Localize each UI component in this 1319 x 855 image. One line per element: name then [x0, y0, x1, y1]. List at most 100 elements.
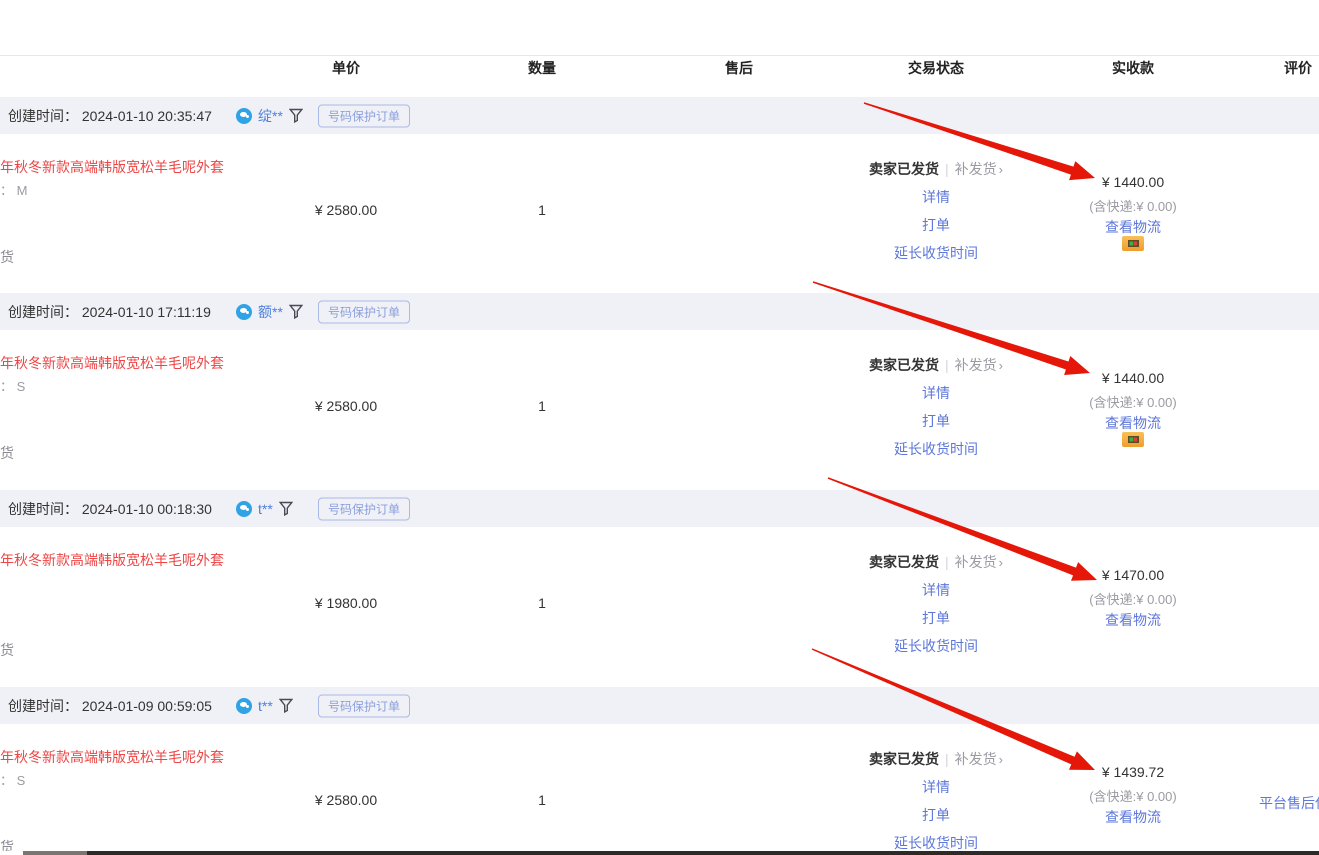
- filter-funnel-icon[interactable]: [289, 108, 303, 123]
- print-order-link[interactable]: 打单: [922, 215, 950, 235]
- bank-card-icon[interactable]: [1122, 432, 1144, 447]
- detail-link[interactable]: 详情: [922, 383, 950, 403]
- quantity: 1: [538, 595, 546, 611]
- order-header-band: 创建时间： 2024-01-10 17:11:19 额** 号码保护订单: [0, 293, 1319, 330]
- product-title[interactable]: 年秋冬新款高端韩版宽松羊毛呢外套: [0, 157, 224, 177]
- unit-price: ¥ 2580.00: [315, 792, 377, 808]
- print-order-link[interactable]: 打单: [922, 608, 950, 628]
- created-label: 创建时间：: [8, 304, 78, 320]
- buyer-info[interactable]: 绽**: [236, 106, 303, 126]
- protected-order-badge: 号码保护订单: [318, 497, 410, 520]
- extend-receipt-link[interactable]: 延长收货时间: [894, 243, 978, 263]
- extend-receipt-link[interactable]: 延长收货时间: [894, 833, 978, 853]
- column-header-review: 评价: [1284, 58, 1312, 78]
- chevron-right-icon: ›: [999, 555, 1003, 570]
- created-value: 2024-01-10 00:18:30: [82, 501, 212, 517]
- received-amount: ¥ 1440.00: [1102, 370, 1164, 386]
- view-logistics-link[interactable]: 查看物流: [1105, 610, 1161, 630]
- buyer-name[interactable]: 绽**: [258, 106, 283, 126]
- table-header: 单价 数量 售后 交易状态 实收款 评价: [0, 58, 1319, 78]
- status-shipped-text: 卖家已发货: [869, 355, 939, 375]
- column-header-quantity: 数量: [528, 58, 556, 78]
- order-header-band: 创建时间： 2024-01-10 20:35:47 绽** 号码保护订单: [0, 97, 1319, 134]
- product-title[interactable]: 年秋冬新款高端韩版宽松羊毛呢外套: [0, 550, 224, 570]
- view-logistics-link[interactable]: 查看物流: [1105, 413, 1161, 433]
- buyer-info[interactable]: t**: [236, 501, 293, 517]
- extend-receipt-link[interactable]: 延长收货时间: [894, 439, 978, 459]
- order-created-time: 创建时间： 2024-01-10 17:11:19: [8, 302, 211, 322]
- wangwang-icon[interactable]: [236, 108, 252, 124]
- quantity: 1: [538, 202, 546, 218]
- order-row: 创建时间： 2024-01-10 17:11:19 额** 号码保护订单 年秋冬…: [0, 293, 1319, 489]
- detail-link[interactable]: 详情: [922, 580, 950, 600]
- received-amount: ¥ 1440.00: [1102, 174, 1164, 190]
- view-logistics-link[interactable]: 查看物流: [1105, 807, 1161, 827]
- shipping-included-note: (含快递:¥ 0.00): [1089, 786, 1176, 805]
- unit-price: ¥ 1980.00: [315, 595, 377, 611]
- unit-price: ¥ 2580.00: [315, 398, 377, 414]
- column-header-trade-status: 交易状态: [908, 58, 964, 78]
- quantity: 1: [538, 398, 546, 414]
- status-shipped-text: 卖家已发货: [869, 749, 939, 769]
- column-header-aftersale: 售后: [725, 58, 753, 78]
- filter-funnel-icon[interactable]: [289, 304, 303, 319]
- created-label: 创建时间：: [8, 698, 78, 714]
- shipping-included-note: (含快递:¥ 0.00): [1089, 392, 1176, 411]
- print-order-link[interactable]: 打单: [922, 411, 950, 431]
- status-separator: |: [945, 357, 949, 373]
- filter-funnel-icon[interactable]: [279, 698, 293, 713]
- order-header-band: 创建时间： 2024-01-09 00:59:05 t** 号码保护订单: [0, 687, 1319, 724]
- received-amount: ¥ 1470.00: [1102, 567, 1164, 583]
- order-row: 创建时间： 2024-01-10 00:18:30 t** 号码保护订单 年秋冬…: [0, 490, 1319, 686]
- chevron-right-icon: ›: [999, 752, 1003, 767]
- order-row: 创建时间： 2024-01-09 00:59:05 t** 号码保护订单 年秋冬…: [0, 687, 1319, 855]
- received-amount: ¥ 1439.72: [1102, 764, 1164, 780]
- detail-link[interactable]: 详情: [922, 187, 950, 207]
- unit-price: ¥ 2580.00: [315, 202, 377, 218]
- reship-link[interactable]: 补发货›: [955, 552, 1003, 572]
- chevron-right-icon: ›: [999, 162, 1003, 177]
- extend-receipt-link[interactable]: 延长收货时间: [894, 636, 978, 656]
- left-clipped-text: 货: [0, 247, 14, 267]
- product-size: ： S: [0, 770, 25, 789]
- order-created-time: 创建时间： 2024-01-10 00:18:30: [8, 499, 212, 519]
- wangwang-icon[interactable]: [236, 501, 252, 517]
- left-clipped-text: 货: [0, 640, 14, 660]
- table-header-divider: [0, 55, 1319, 56]
- trade-status: 卖家已发货 | 补发货›: [869, 159, 1003, 179]
- order-created-time: 创建时间： 2024-01-09 00:59:05: [8, 696, 212, 716]
- column-header-unit-price: 单价: [332, 58, 360, 78]
- created-label: 创建时间：: [8, 501, 78, 517]
- buyer-info[interactable]: t**: [236, 698, 293, 714]
- reship-link[interactable]: 补发货›: [955, 749, 1003, 769]
- buyer-name[interactable]: t**: [258, 501, 273, 517]
- status-shipped-text: 卖家已发货: [869, 159, 939, 179]
- status-separator: |: [945, 161, 949, 177]
- created-value: 2024-01-10 17:11:19: [82, 304, 211, 320]
- detail-link[interactable]: 详情: [922, 777, 950, 797]
- wangwang-icon[interactable]: [236, 698, 252, 714]
- created-value: 2024-01-10 20:35:47: [82, 108, 212, 124]
- print-order-link[interactable]: 打单: [922, 805, 950, 825]
- order-row: 创建时间： 2024-01-10 20:35:47 绽** 号码保护订单 年秋冬…: [0, 97, 1319, 293]
- reship-link[interactable]: 补发货›: [955, 159, 1003, 179]
- buyer-info[interactable]: 额**: [236, 302, 303, 322]
- product-title[interactable]: 年秋冬新款高端韩版宽松羊毛呢外套: [0, 747, 224, 767]
- view-logistics-link[interactable]: 查看物流: [1105, 217, 1161, 237]
- platform-aftersale-link[interactable]: 平台售后任: [1259, 793, 1319, 813]
- buyer-name[interactable]: 额**: [258, 302, 283, 322]
- left-clipped-text: 货: [0, 443, 14, 463]
- created-value: 2024-01-09 00:59:05: [82, 698, 212, 714]
- order-created-time: 创建时间： 2024-01-10 20:35:47: [8, 106, 212, 126]
- bank-card-icon[interactable]: [1122, 236, 1144, 251]
- buyer-name[interactable]: t**: [258, 698, 273, 714]
- protected-order-badge: 号码保护订单: [318, 104, 410, 127]
- trade-status: 卖家已发货 | 补发货›: [869, 749, 1003, 769]
- product-title[interactable]: 年秋冬新款高端韩版宽松羊毛呢外套: [0, 353, 224, 373]
- order-header-band: 创建时间： 2024-01-10 00:18:30 t** 号码保护订单: [0, 490, 1319, 527]
- reship-link[interactable]: 补发货›: [955, 355, 1003, 375]
- shipping-included-note: (含快递:¥ 0.00): [1089, 196, 1176, 215]
- wangwang-icon[interactable]: [236, 304, 252, 320]
- bottom-taskbar-edge: [0, 851, 1319, 855]
- filter-funnel-icon[interactable]: [279, 501, 293, 516]
